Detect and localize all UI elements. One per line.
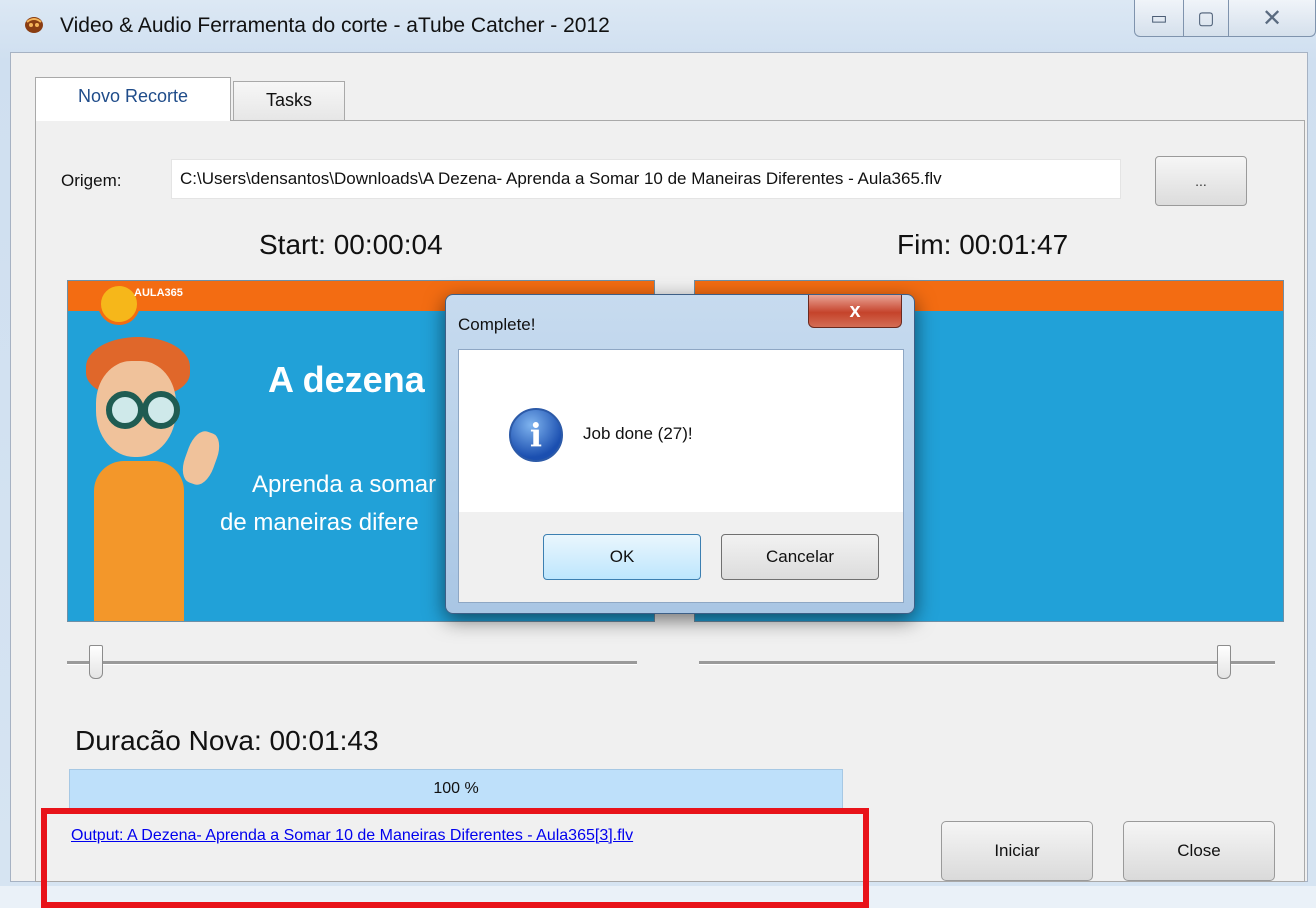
new-duration: Duracão Nova: 00:01:43 [75, 725, 379, 756]
cancel-button[interactable]: Cancelar [721, 534, 879, 580]
maximize-icon: ▢ [1197, 7, 1215, 28]
info-icon: i [509, 408, 563, 462]
tab-tasks[interactable]: Tasks [233, 81, 345, 121]
character-glasses-right [142, 391, 180, 429]
dialog-message: Job done (27)! [583, 424, 693, 443]
dialog-title: Complete! [458, 315, 536, 334]
character-hand [177, 427, 225, 489]
highlight-box [41, 808, 869, 908]
close-button[interactable]: Close [1123, 821, 1275, 881]
progress-text: 100 % [433, 780, 479, 797]
complete-dialog: Complete! x i Job done (27)! OK Cancelar [445, 294, 915, 614]
title-bar: Video & Audio Ferramenta do corte - aTub… [0, 0, 1316, 52]
tab-novo-recorte[interactable]: Novo Recorte [35, 77, 231, 121]
video-title: A dezena [268, 359, 425, 400]
minimize-button[interactable]: ▭ [1134, 0, 1184, 37]
video-subtitle-line2: de maneiras difere [220, 509, 419, 536]
start-button[interactable]: Iniciar [941, 821, 1093, 881]
video-brand: AULA365 [134, 287, 183, 299]
ok-button[interactable]: OK [543, 534, 701, 580]
maximize-button[interactable]: ▢ [1183, 0, 1229, 37]
dialog-body: i Job done (27)! OK Cancelar [458, 349, 904, 603]
character-glasses-left [106, 391, 144, 429]
browse-button[interactable]: ... [1155, 156, 1247, 206]
video-subtitle-line1: Aprenda a somar [252, 471, 437, 498]
window-close-button[interactable]: ✕ [1228, 0, 1316, 37]
close-icon: ✕ [1261, 4, 1283, 32]
minimize-icon: ▭ [1150, 7, 1168, 28]
origin-path-field[interactable]: C:\Users\densantos\Downloads\A Dezena- A… [171, 159, 1121, 199]
end-slider-track[interactable] [699, 661, 1275, 665]
character-body [94, 461, 184, 621]
dialog-message-area: i Job done (27)! [459, 350, 903, 512]
close-icon: x [849, 299, 861, 322]
window-title: Video & Audio Ferramenta do corte - aTub… [60, 14, 610, 37]
progress-bar: 100 % [69, 769, 843, 809]
start-time: Start: 00:00:04 [259, 229, 443, 260]
origin-label: Origem: [61, 171, 122, 190]
dialog-close-button[interactable]: x [808, 295, 902, 328]
end-time: Fim: 00:01:47 [897, 229, 1069, 260]
end-slider-thumb[interactable] [1217, 645, 1231, 679]
app-icon [25, 17, 43, 33]
start-slider-track[interactable] [67, 661, 637, 665]
start-slider-thumb[interactable] [89, 645, 103, 679]
